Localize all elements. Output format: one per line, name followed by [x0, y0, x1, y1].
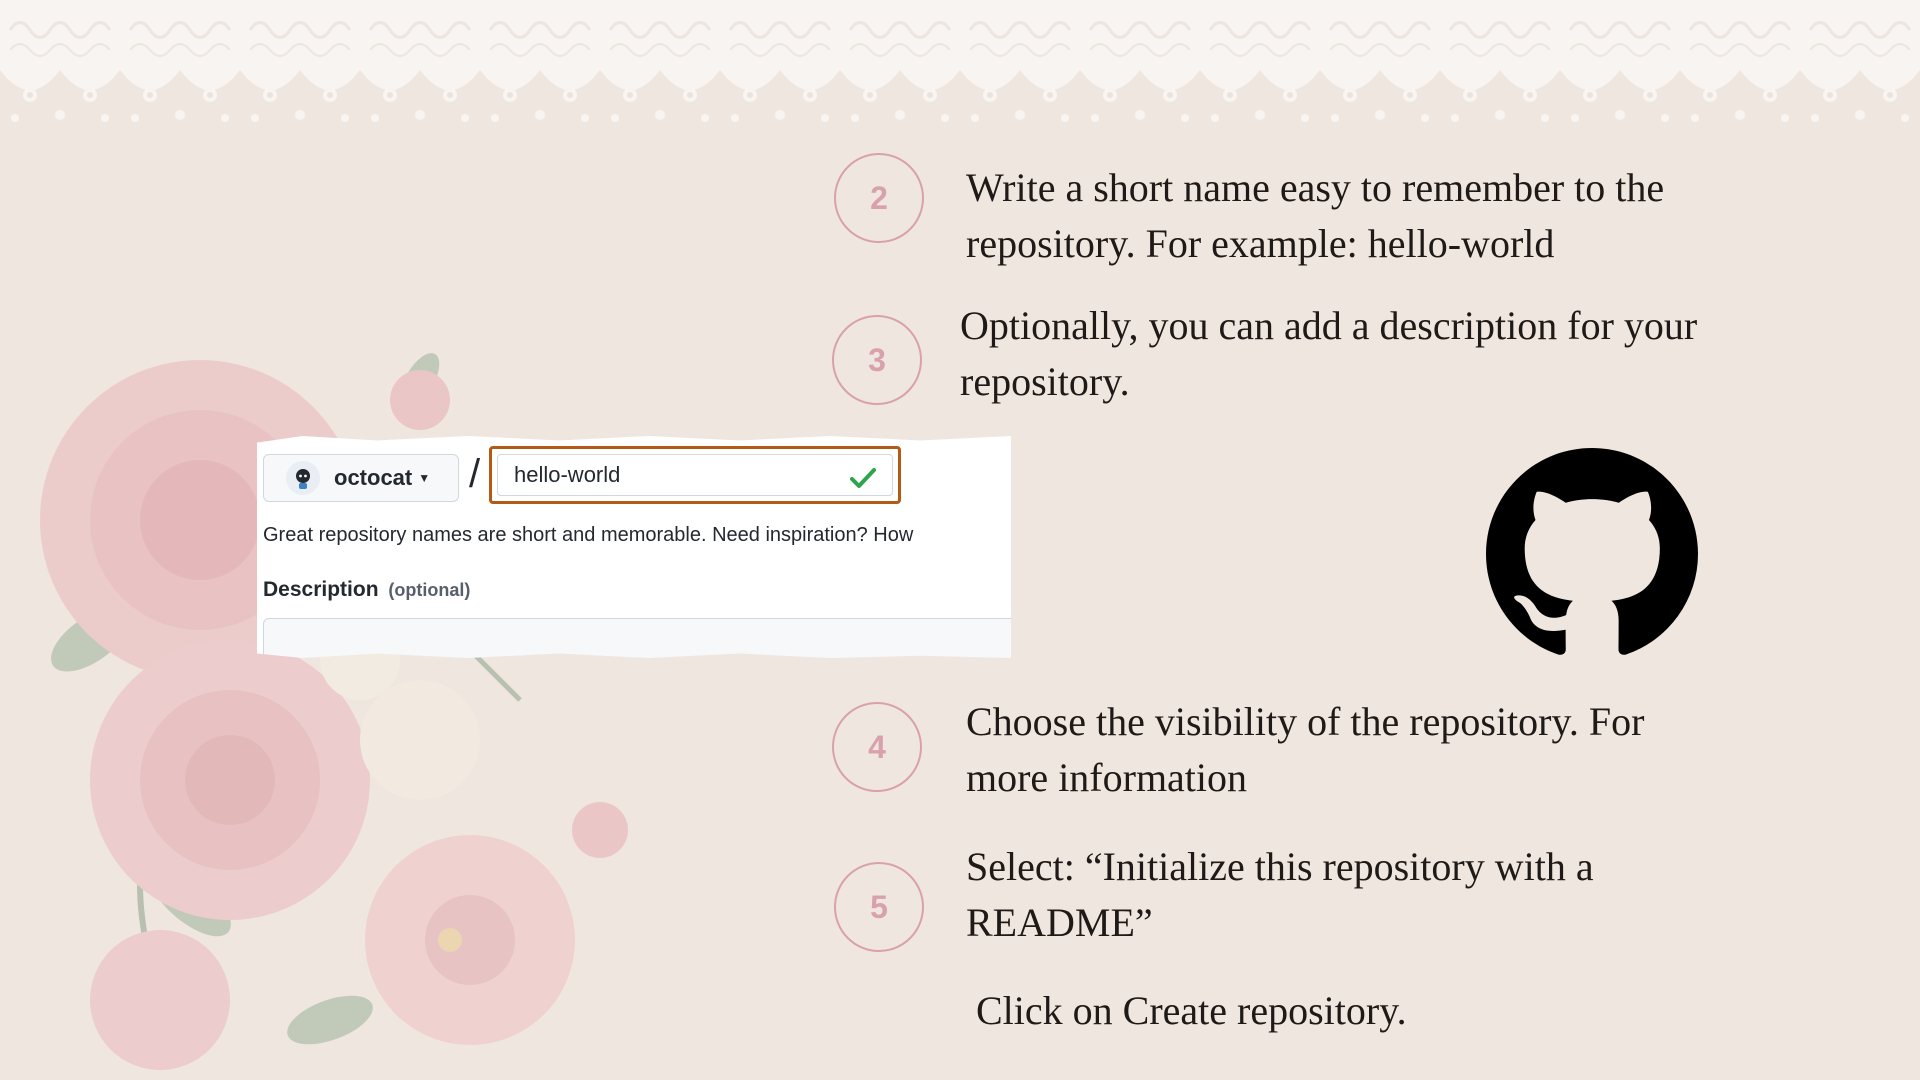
chevron-down-icon: ▼ — [418, 471, 431, 485]
description-optional: (optional) — [388, 580, 471, 600]
step-5-text: Select: “Initialize this repository with… — [966, 844, 1594, 945]
repo-name-highlight: hello-world — [489, 446, 901, 504]
owner-repo-separator: / — [469, 452, 481, 496]
step-2-badge: 2 — [834, 153, 924, 243]
lace-border-decoration — [0, 0, 1920, 140]
repo-name-input[interactable]: hello-world — [497, 454, 893, 496]
step-2-text: Write a short name easy to remember to t… — [966, 165, 1665, 266]
step-3-text: Optionally, you can add a description fo… — [960, 303, 1698, 404]
repo-name-value: hello-world — [514, 462, 621, 487]
repo-form-screenshot: octocat ▼ / hello-world Great repository… — [257, 436, 1011, 658]
check-icon — [850, 468, 876, 488]
repo-name-hint: Great repository names are short and mem… — [263, 524, 914, 546]
description-label-text: Description — [263, 578, 379, 601]
github-logo-icon — [1486, 448, 1698, 655]
final-step-text: Click on Create repository. — [976, 988, 1407, 1033]
owner-name: octocat — [334, 465, 413, 490]
step-5-badge: 5 — [834, 862, 924, 952]
step-4-badge: 4 — [832, 702, 922, 792]
step-3-badge: 3 — [832, 315, 922, 405]
octocat-avatar — [286, 461, 320, 495]
owner-dropdown[interactable]: octocat ▼ — [263, 454, 459, 502]
step-4-text: Choose the visibility of the repository.… — [966, 699, 1645, 800]
description-label: Description (optional) — [263, 578, 470, 602]
